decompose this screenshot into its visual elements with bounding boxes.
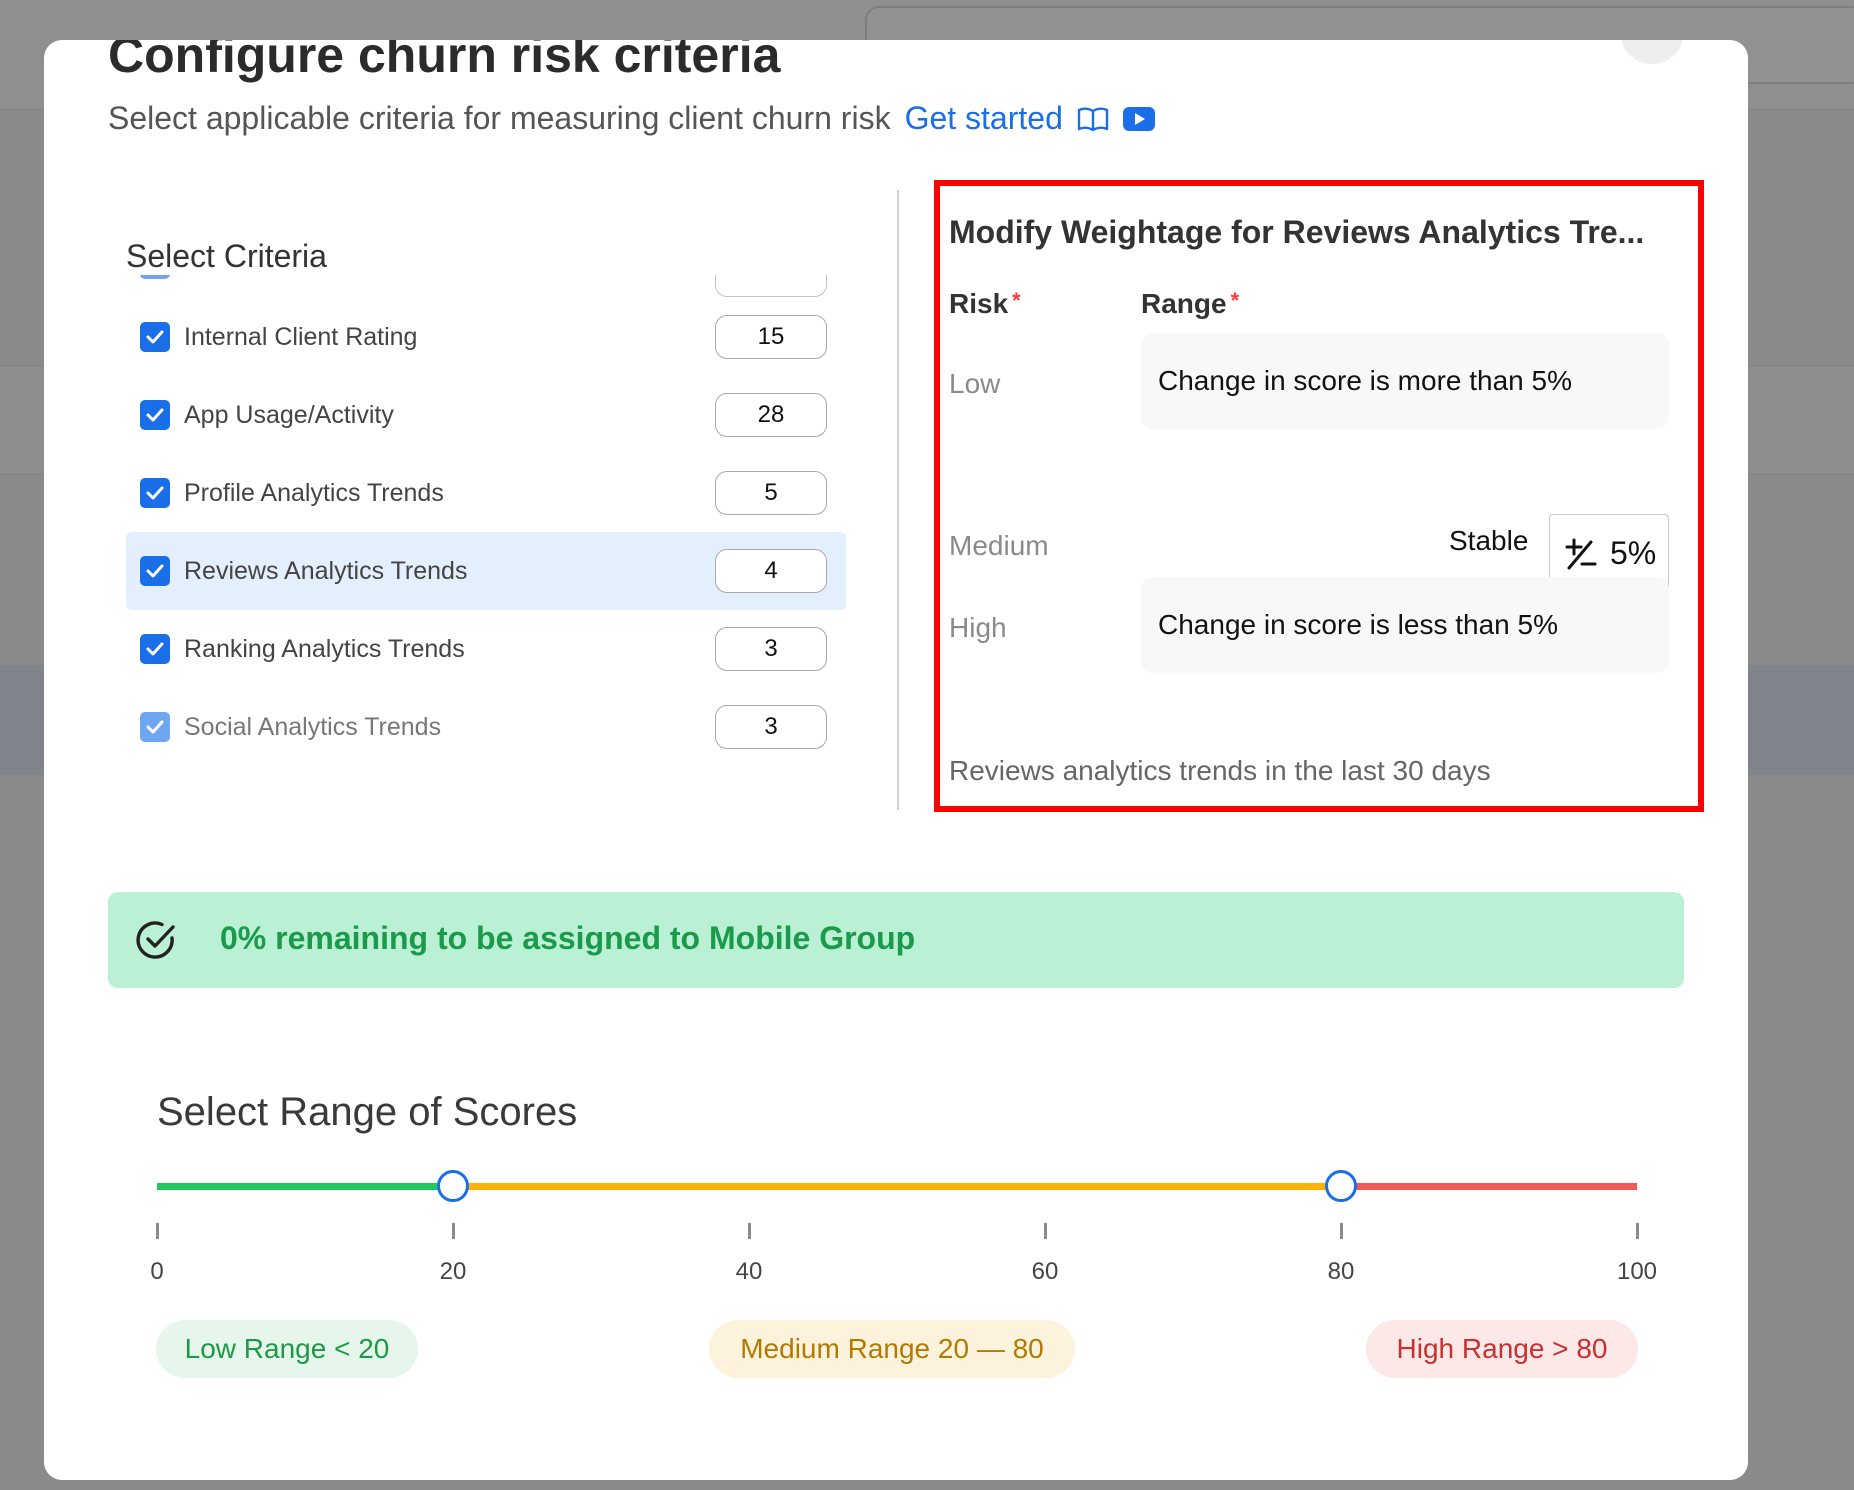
slider-tick: [156, 1223, 159, 1239]
risk-label-medium: Medium: [949, 530, 1049, 561]
checkbox-checked-icon[interactable]: [140, 400, 170, 430]
range-header-text: Range: [1141, 288, 1227, 319]
plus-minus-icon: [1565, 538, 1597, 570]
criteria-row-ranking-analytics[interactable]: Ranking Analytics Trends 3: [126, 610, 846, 688]
slider-tick-label: 100: [1616, 1258, 1658, 1285]
criteria-weight-input[interactable]: 4: [715, 549, 827, 593]
risk-column-header: Risk *: [949, 288, 1021, 320]
check-circle-icon: [136, 921, 175, 959]
slider-handle-high[interactable]: [1325, 1170, 1357, 1202]
assignment-status-banner: 0% remaining to be assigned to Mobile Gr…: [108, 892, 1684, 988]
criteria-weight-input[interactable]: 28: [715, 393, 827, 437]
slider-tick: [1044, 1223, 1047, 1239]
weightage-title: Modify Weightage for Reviews Analytics T…: [949, 214, 1645, 250]
slider-tick: [452, 1223, 455, 1239]
slider-tick-label: 0: [150, 1258, 164, 1285]
low-range-chip: Low Range < 20: [156, 1320, 418, 1378]
score-range-title: Select Range of Scores: [157, 1090, 578, 1134]
checkbox-checked-icon[interactable]: [140, 478, 170, 508]
criteria-label: Internal Client Rating: [184, 322, 418, 351]
criteria-weight-hidden[interactable]: [715, 275, 827, 297]
slider-tick-label: 40: [735, 1258, 763, 1285]
slider-tick: [748, 1223, 751, 1239]
panel-divider: [897, 190, 899, 810]
slider-tick: [1636, 1223, 1639, 1239]
criteria-label: Ranking Analytics Trends: [184, 634, 465, 663]
criteria-label: Profile Analytics Trends: [184, 478, 444, 507]
high-range-chip: High Range > 80: [1366, 1320, 1638, 1378]
weightage-footnote: Reviews analytics trends in the last 30 …: [949, 755, 1491, 786]
required-mark: *: [1012, 288, 1021, 313]
medium-range-chip: Medium Range 20 — 80: [709, 1320, 1075, 1378]
checkbox-checked-icon[interactable]: [140, 322, 170, 352]
criteria-row-app-usage[interactable]: App Usage/Activity 28: [126, 376, 846, 454]
stable-percent-value[interactable]: 5%: [1610, 535, 1656, 572]
criteria-label: Reviews Analytics Trends: [184, 556, 468, 585]
subtitle-text: Select applicable criteria for measuring…: [108, 100, 891, 136]
criteria-label: Social Analytics Trends: [184, 712, 442, 741]
criteria-row-internal-client-rating[interactable]: Internal Client Rating 15: [126, 298, 846, 376]
criteria-weight-input[interactable]: 5: [715, 471, 827, 515]
criteria-weight-input[interactable]: 3: [715, 627, 827, 671]
slider-tick-label: 80: [1327, 1258, 1355, 1285]
weightage-panel: Modify Weightage for Reviews Analytics T…: [934, 180, 1704, 812]
criteria-weight-input[interactable]: 3: [715, 705, 827, 749]
stable-label: Stable: [1449, 525, 1529, 556]
slider-segment-high: [1341, 1183, 1637, 1190]
slider-segment-low: [157, 1183, 453, 1190]
criteria-weight-input[interactable]: 15: [715, 315, 827, 359]
slider-tick-label: 60: [1031, 1258, 1059, 1285]
range-high-field: Change in score is less than 5%: [1141, 577, 1669, 673]
criteria-checkbox-hidden[interactable]: [140, 275, 170, 279]
modal-title: Configure churn risk criteria: [108, 40, 781, 83]
criteria-label: App Usage/Activity: [184, 400, 394, 429]
criteria-row-profile-analytics[interactable]: Profile Analytics Trends 5: [126, 454, 846, 532]
criteria-heading: Select Criteria: [126, 238, 327, 274]
checkbox-checked-icon[interactable]: [140, 712, 170, 742]
churn-criteria-modal: Configure churn risk criteria Select app…: [44, 40, 1748, 1480]
risk-label-low: Low: [949, 368, 1001, 399]
range-low-field: Change in score is more than 5%: [1141, 333, 1669, 429]
slider-tick: [1340, 1223, 1343, 1239]
banner-text: 0% remaining to be assigned to Mobile Gr…: [220, 920, 916, 956]
range-column-header: Range *: [1141, 288, 1239, 320]
criteria-row-reviews-analytics[interactable]: Reviews Analytics Trends 4: [126, 532, 846, 610]
slider-tick-label: 20: [439, 1258, 467, 1285]
close-button[interactable]: [1620, 40, 1684, 64]
checkbox-checked-icon[interactable]: [140, 634, 170, 664]
modal-subtitle: Select applicable criteria for measuring…: [108, 100, 1155, 137]
risk-label-high: High: [949, 612, 1007, 643]
criteria-list[interactable]: Internal Client Rating 15 App Usage/Acti…: [126, 275, 852, 775]
slider-segment-medium: [453, 1183, 1341, 1190]
risk-header-text: Risk: [949, 288, 1009, 319]
get-started-link[interactable]: Get started: [905, 100, 1063, 137]
slider-handle-low[interactable]: [437, 1170, 469, 1202]
checkbox-checked-icon[interactable]: [140, 556, 170, 586]
criteria-row-social-analytics[interactable]: Social Analytics Trends 3: [126, 688, 846, 766]
required-mark: *: [1230, 288, 1240, 313]
criteria-panel: Select Criteria Internal Client Rating 1…: [126, 190, 896, 830]
book-open-icon[interactable]: [1077, 106, 1109, 132]
highlight-box: [934, 180, 1704, 812]
score-range-slider[interactable]: 0 20 40 60 80 100: [150, 1170, 1657, 1285]
youtube-play-icon[interactable]: [1122, 106, 1155, 131]
